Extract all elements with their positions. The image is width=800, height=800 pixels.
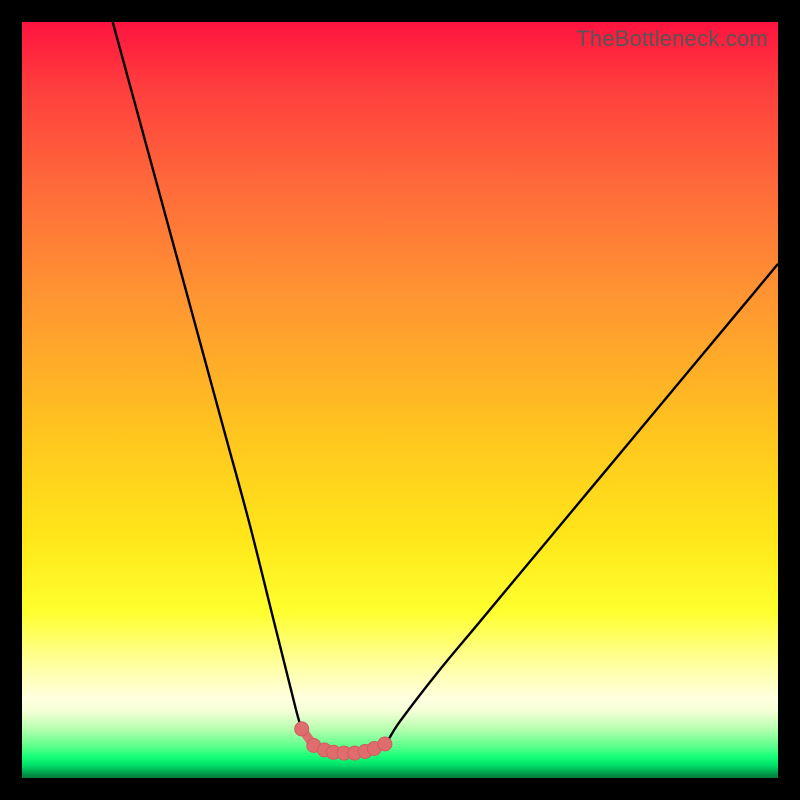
curve-path [113, 22, 778, 753]
plot-area: TheBottleneck.com [22, 22, 778, 778]
minimum-marker-dot [295, 722, 309, 736]
minimum-markers [295, 722, 392, 760]
chart-frame: TheBottleneck.com [0, 0, 800, 800]
minimum-marker-dot [378, 737, 392, 751]
bottleneck-curve [22, 22, 778, 778]
